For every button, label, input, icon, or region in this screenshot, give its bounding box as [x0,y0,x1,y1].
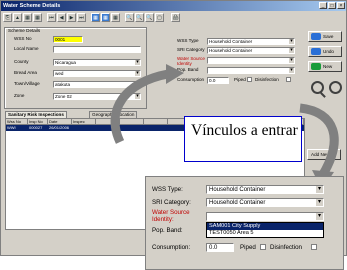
dropdown-option[interactable]: SAM001 City Supply [207,223,323,230]
disinfection-checkbox[interactable] [311,244,317,250]
sri-category-label: SRI Category: [152,199,191,206]
piped-label: Piped [240,244,256,251]
water-source-dropdown[interactable] [206,212,324,221]
wss-type-label: WSS Type: [152,186,183,193]
disinfection-label: Disinfection [270,244,302,251]
sri-category-dropdown[interactable]: Household Container [206,198,324,207]
consumption-label: Consumption: [152,244,191,251]
arrow-head-icon [166,64,184,84]
water-source-label: Water Source Identity: [152,209,190,223]
dropdown-option[interactable]: TEST0050 Area 5 [207,230,323,237]
curved-arrow-icon [299,103,339,179]
consumption-field[interactable]: 0.0 [206,243,234,252]
wss-type-dropdown[interactable]: Household Container [206,185,324,194]
dropdown-list[interactable]: SAM001 City Supply TEST0050 Area 5 [206,222,324,238]
callout-box: Vínculos a entrar [184,116,302,162]
curved-arrow-icon [110,69,169,144]
callout-text: Vínculos a entrar [191,122,298,139]
pop-band-label: Pop. Band: [152,227,183,234]
zoom-panel: WSS Type: Household Container SRI Catego… [145,176,344,270]
piped-checkbox[interactable] [260,244,266,250]
